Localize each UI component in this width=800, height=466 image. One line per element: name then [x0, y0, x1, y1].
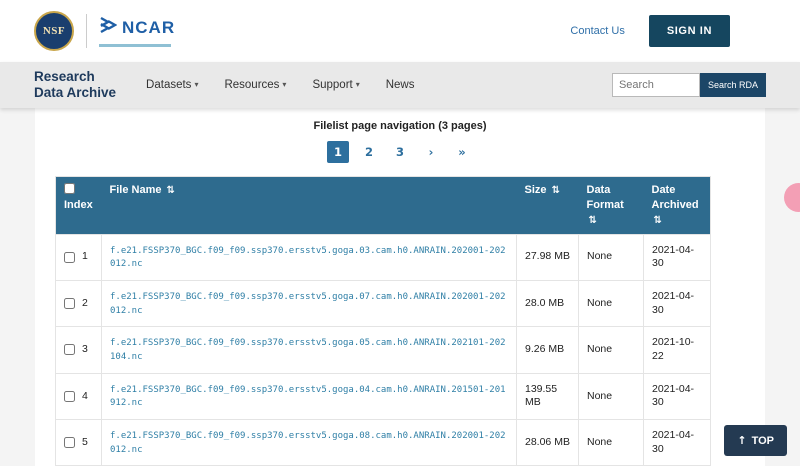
ncar-wordmark: NCAR — [122, 18, 175, 38]
nav-links: Datasets▾ Resources▾ Support▾ News — [146, 79, 414, 91]
last-page-button[interactable]: » — [451, 141, 473, 163]
sort-icon[interactable]: ⇅ — [167, 185, 175, 196]
sort-icon[interactable]: ⇅ — [589, 215, 597, 226]
top-actions: Contact Us SIGN IN — [570, 15, 730, 47]
chevron-down-icon: ▾ — [194, 80, 198, 89]
file-size: 27.98 MB — [517, 234, 579, 280]
file-link[interactable]: f.e21.FSSP370_BGC.f09_f09.ssp370.ersstv5… — [110, 338, 506, 362]
site-title-line2: Data Archive — [34, 85, 116, 101]
ncar-chevrons-icon — [99, 16, 117, 41]
sort-icon[interactable]: ⇅ — [552, 185, 560, 196]
file-date: 2021-04-30 — [644, 280, 711, 326]
row-checkbox[interactable] — [64, 437, 75, 448]
nsf-logo[interactable]: NSF — [34, 11, 74, 51]
file-date: 2021-04-30 — [644, 420, 711, 466]
chevron-down-icon: ▾ — [356, 80, 360, 89]
row-index: 3 — [82, 343, 88, 357]
ncar-tagline — [99, 44, 171, 47]
select-all-checkbox[interactable] — [64, 183, 75, 194]
file-format: None — [579, 373, 644, 419]
header-file-name-label: File Name — [110, 184, 162, 196]
file-link[interactable]: f.e21.FSSP370_BGC.f09_f09.ssp370.ersstv5… — [110, 385, 506, 409]
content-card: Filelist page navigation (3 pages) 1 2 3… — [35, 108, 765, 466]
file-date: 2021-10-22 — [644, 327, 711, 373]
nav-item-datasets[interactable]: Datasets▾ — [146, 79, 198, 91]
table-row: 5 f.e21.FSSP370_BGC.f09_f09.ssp370.ersst… — [56, 420, 711, 466]
header-index: Index — [56, 177, 102, 235]
file-format: None — [579, 420, 644, 466]
file-date: 2021-04-30 — [644, 234, 711, 280]
next-page-button[interactable]: › — [420, 141, 442, 163]
pagination: 1 2 3 › » — [55, 141, 745, 163]
file-size: 28.0 MB — [517, 280, 579, 326]
site-title-line1: Research — [34, 69, 116, 85]
row-checkbox[interactable] — [64, 344, 75, 355]
nav-item-support[interactable]: Support ▾ — [312, 79, 359, 91]
logo-group: NSF NCAR — [34, 11, 175, 51]
header-file-name[interactable]: File Name ⇅ — [102, 177, 517, 235]
search-rda-button[interactable]: Search RDA — [700, 73, 766, 97]
header-size[interactable]: Size ⇅ — [517, 177, 579, 235]
file-link[interactable]: f.e21.FSSP370_BGC.f09_f09.ssp370.ersstv5… — [110, 431, 506, 455]
file-format: None — [579, 327, 644, 373]
table-header-row: Index File Name ⇅ Size ⇅ Data Format ⇅ D… — [56, 177, 711, 235]
ncar-logo[interactable]: NCAR — [99, 16, 175, 47]
main-navbar: Research Data Archive Datasets▾ Resource… — [0, 62, 800, 108]
sort-icon[interactable]: ⇅ — [654, 215, 662, 226]
file-link[interactable]: f.e21.FSSP370_BGC.f09_f09.ssp370.ersstv5… — [110, 246, 506, 270]
nav-item-label: Datasets — [146, 79, 191, 91]
up-arrow-icon: ↑ — [737, 434, 746, 447]
table-row: 4 f.e21.FSSP370_BGC.f09_f09.ssp370.ersst… — [56, 373, 711, 419]
top-header: NSF NCAR Contact Us SIGN IN — [0, 0, 800, 62]
page-button-1[interactable]: 1 — [327, 141, 349, 163]
site-title[interactable]: Research Data Archive — [34, 69, 116, 101]
back-to-top-label: TOP — [752, 435, 774, 447]
nav-item-label: Support — [312, 79, 352, 91]
back-to-top-button[interactable]: ↑ TOP — [724, 425, 787, 456]
file-size: 28.06 MB — [517, 420, 579, 466]
header-date-archived[interactable]: Date Archived ⇅ — [644, 177, 711, 235]
row-index: 5 — [82, 436, 88, 450]
filelist-pagination-title: Filelist page navigation (3 pages) — [55, 120, 745, 132]
filelist-table: Index File Name ⇅ Size ⇅ Data Format ⇅ D… — [55, 176, 711, 466]
row-index: 1 — [82, 250, 88, 264]
table-row: 3 f.e21.FSSP370_BGC.f09_f09.ssp370.ersst… — [56, 327, 711, 373]
page-button-2[interactable]: 2 — [358, 141, 380, 163]
nav-item-resources[interactable]: Resources▾ — [224, 79, 286, 91]
filelist-body: 1 f.e21.FSSP370_BGC.f09_f09.ssp370.ersst… — [56, 234, 711, 466]
contact-us-link[interactable]: Contact Us — [570, 25, 624, 37]
side-widget-button[interactable] — [784, 183, 800, 212]
header-data-format-label: Data Format — [587, 184, 624, 211]
nav-item-label: News — [386, 79, 415, 91]
file-format: None — [579, 280, 644, 326]
header-date-archived-label: Date Archived — [652, 184, 699, 211]
header-size-label: Size — [525, 184, 547, 196]
search-area: Search RDA — [612, 73, 766, 97]
row-index: 4 — [82, 390, 88, 404]
header-index-label: Index — [64, 199, 93, 211]
file-format: None — [579, 234, 644, 280]
nav-item-label: Resources — [224, 79, 279, 91]
file-link[interactable]: f.e21.FSSP370_BGC.f09_f09.ssp370.ersstv5… — [110, 292, 506, 316]
row-checkbox[interactable] — [64, 298, 75, 309]
file-size: 139.55 MB — [517, 373, 579, 419]
row-checkbox[interactable] — [64, 252, 75, 263]
search-input[interactable] — [612, 73, 700, 97]
nav-item-news[interactable]: News — [386, 79, 415, 91]
table-row: 2 f.e21.FSSP370_BGC.f09_f09.ssp370.ersst… — [56, 280, 711, 326]
table-row: 1 f.e21.FSSP370_BGC.f09_f09.ssp370.ersst… — [56, 234, 711, 280]
sign-in-button[interactable]: SIGN IN — [649, 15, 730, 47]
chevron-down-icon: ▾ — [282, 80, 286, 89]
file-date: 2021-04-30 — [644, 373, 711, 419]
page-button-3[interactable]: 3 — [389, 141, 411, 163]
row-index: 2 — [82, 297, 88, 311]
row-checkbox[interactable] — [64, 391, 75, 402]
file-size: 9.26 MB — [517, 327, 579, 373]
logo-divider — [86, 14, 87, 48]
header-data-format[interactable]: Data Format ⇅ — [579, 177, 644, 235]
